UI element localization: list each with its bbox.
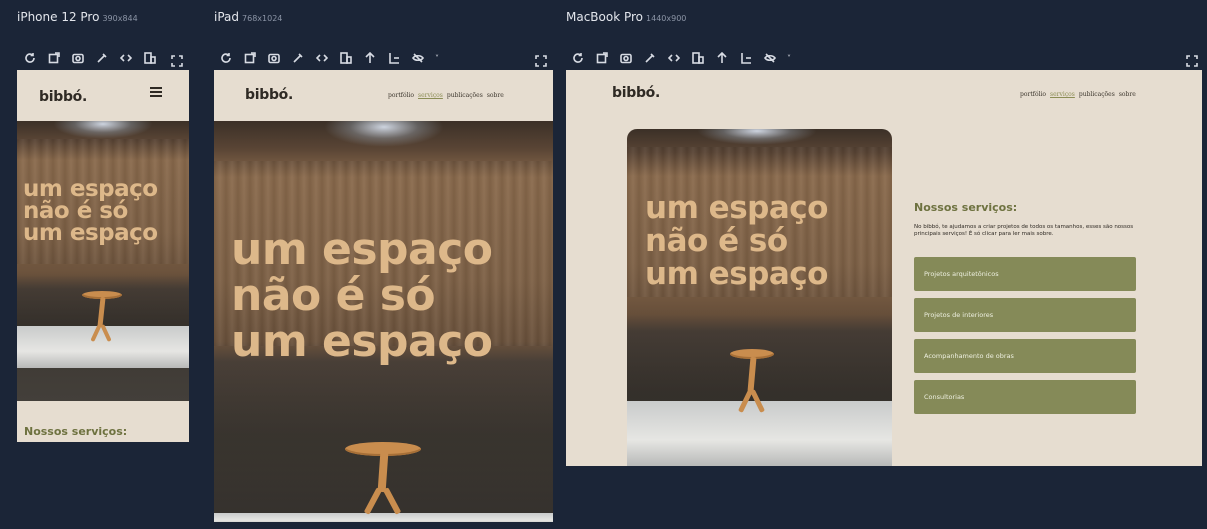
layout-icon[interactable]	[691, 50, 705, 66]
stool-image	[82, 291, 122, 346]
main-nav: portfólio serviços publicações sobre	[388, 92, 504, 99]
macbook-preview: MacBook Pro 1440x900 ˅ bibbó. portfólio …	[566, 10, 1202, 480]
refresh-icon[interactable]	[571, 50, 585, 66]
camera-icon[interactable]	[71, 50, 85, 66]
hero-line-1: um espaço	[23, 176, 158, 202]
iphone-screen: bibbó. um espaço não é só um espaço Noss…	[17, 70, 189, 442]
code-icon[interactable]	[667, 50, 681, 66]
code-icon[interactable]	[315, 50, 329, 66]
fullscreen-icon[interactable]	[171, 52, 183, 67]
fullscreen-icon[interactable]	[1186, 52, 1198, 67]
nav-item-servicos[interactable]: serviços	[418, 92, 443, 99]
hero-line-3: um espaço	[645, 256, 828, 292]
color-picker-icon[interactable]	[643, 50, 657, 66]
service-button-arquitetonicos[interactable]: Projetos arquitetônicos	[914, 257, 1136, 291]
fullscreen-icon[interactable]	[535, 52, 547, 67]
hero-line-2: não é só	[23, 198, 128, 224]
nav-item-publicacoes[interactable]: publicações	[1079, 91, 1115, 98]
hero-line-2: não é só	[645, 223, 788, 259]
stool-image	[730, 349, 774, 419]
hero-title: um espaço não é só um espaço	[645, 192, 828, 291]
refresh-icon[interactable]	[219, 50, 233, 66]
device-name: MacBook Pro	[566, 10, 644, 24]
macbook-header: MacBook Pro 1440x900	[566, 10, 686, 30]
ruler-icon[interactable]	[739, 50, 753, 66]
nav-item-portfolio[interactable]: portfólio	[388, 92, 414, 99]
macbook-screen: bibbó. portfólio serviços publicações so…	[566, 70, 1202, 466]
ipad-toolbar: ˅	[219, 48, 439, 68]
device-name: iPad	[214, 10, 240, 24]
nav-item-servicos[interactable]: serviços	[1050, 91, 1075, 98]
chevron-down-icon[interactable]: ˅	[787, 54, 791, 63]
hero-line-3: um espaço	[231, 316, 493, 367]
camera-icon[interactable]	[619, 50, 633, 66]
logo[interactable]: bibbó.	[39, 89, 87, 105]
layout-icon[interactable]	[339, 50, 353, 66]
device-size: 1440x900	[646, 14, 687, 23]
logo[interactable]: bibbó.	[245, 87, 293, 103]
hero-title: um espaço não é só um espaço	[231, 227, 493, 365]
device-size: 390x844	[102, 14, 138, 23]
hero-line-3: um espaço	[23, 220, 158, 246]
iphone-toolbar	[23, 48, 157, 68]
hero-title: um espaço não é só um espaço	[23, 176, 158, 246]
service-button-obras[interactable]: Acompanhamento de obras	[914, 339, 1136, 373]
device-size: 768x1024	[242, 14, 283, 23]
refresh-icon[interactable]	[23, 50, 37, 66]
screenshot-icon[interactable]	[47, 50, 61, 66]
menu-icon[interactable]	[150, 87, 162, 97]
nav-item-publicacoes[interactable]: publicações	[447, 92, 483, 99]
iphone-preview: iPhone 12 Pro 390x844 bibbó. um espaço n…	[17, 10, 189, 480]
hero-image: um espaço não é só um espaço	[17, 121, 189, 401]
camera-icon[interactable]	[267, 50, 281, 66]
nav-item-portfolio[interactable]: portfólio	[1020, 91, 1046, 98]
hero-line-2: não é só	[231, 270, 436, 321]
hide-icon[interactable]	[763, 50, 777, 66]
hero-image: um espaço não é só um espaço	[627, 129, 892, 466]
main-nav: portfólio serviços publicações sobre	[1020, 91, 1136, 98]
service-button-interiores[interactable]: Projetos de interiores	[914, 298, 1136, 332]
screenshot-icon[interactable]	[595, 50, 609, 66]
services-description: No bibbó, te ajudamos a criar projetos d…	[914, 224, 1134, 237]
chevron-down-icon[interactable]: ˅	[435, 54, 439, 63]
screenshot-icon[interactable]	[243, 50, 257, 66]
macbook-toolbar: ˅	[571, 48, 791, 68]
scroll-up-icon[interactable]	[715, 50, 729, 66]
service-button-consultorias[interactable]: Consultorias	[914, 380, 1136, 414]
iphone-header: iPhone 12 Pro 390x844	[17, 10, 138, 30]
ruler-icon[interactable]	[387, 50, 401, 66]
ipad-preview: iPad 768x1024 ˅ bibbó. portfólio serviço…	[214, 10, 554, 525]
hero-line-1: um espaço	[645, 190, 828, 226]
color-picker-icon[interactable]	[291, 50, 305, 66]
logo[interactable]: bibbó.	[612, 85, 660, 101]
scroll-up-icon[interactable]	[363, 50, 377, 66]
nav-item-sobre[interactable]: sobre	[487, 92, 504, 99]
ipad-screen: bibbó. portfólio serviços publicações so…	[214, 70, 553, 522]
services-title: Nossos serviços:	[24, 425, 128, 438]
color-picker-icon[interactable]	[95, 50, 109, 66]
services-title: Nossos serviços:	[914, 201, 1018, 214]
device-name: iPhone 12 Pro	[17, 10, 100, 24]
hero-image: um espaço não é só um espaço	[214, 121, 553, 522]
stool-image	[345, 442, 421, 522]
hero-line-1: um espaço	[231, 224, 493, 275]
ipad-header: iPad 768x1024	[214, 10, 282, 30]
code-icon[interactable]	[119, 50, 133, 66]
nav-item-sobre[interactable]: sobre	[1119, 91, 1136, 98]
layout-icon[interactable]	[143, 50, 157, 66]
hide-icon[interactable]	[411, 50, 425, 66]
